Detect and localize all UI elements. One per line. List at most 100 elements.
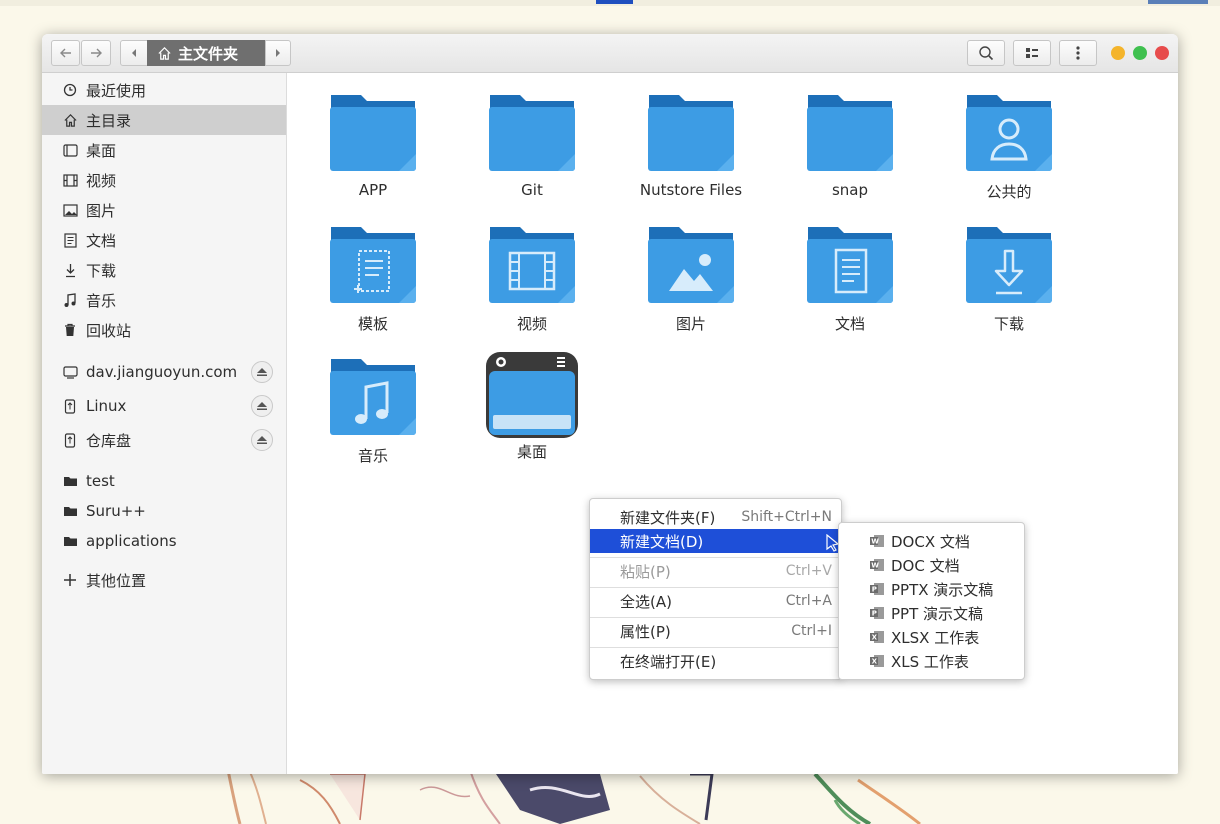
forward-button[interactable] [81,40,111,66]
document-icon [62,232,78,248]
sidebar-item-documents[interactable]: 文档 [42,225,286,255]
close-button[interactable] [1155,46,1169,60]
svg-text:W: W [871,538,879,546]
svg-text:W: W [871,562,879,570]
menu-item-properties[interactable]: 属性(P) Ctrl+I [590,619,841,643]
sidebar-item-home[interactable]: 主目录 [42,105,286,135]
pictures-folder-icon [648,227,734,303]
eject-button[interactable] [251,395,273,417]
file-item-videos[interactable]: 视频 [457,223,607,349]
music-icon [62,292,78,308]
sidebar-item-pictures[interactable]: 图片 [42,195,286,225]
file-name: Git [521,181,543,199]
sidebar-item-recent[interactable]: 最近使用 [42,75,286,105]
file-item-git[interactable]: Git [457,91,607,217]
sidebar-item-videos[interactable]: 视频 [42,165,286,195]
menu-item-open-terminal[interactable]: 在终端打开(E) [590,649,841,673]
sidebar-item-label: 桌面 [86,141,117,160]
file-item-snap[interactable]: snap [775,91,925,217]
music-folder-icon [330,359,416,435]
menu-separator [590,617,841,618]
sidebar-item-applications[interactable]: applications [42,526,286,556]
excel-icon: X [870,655,884,667]
file-item-documents[interactable]: 文档 [775,223,925,349]
powerpoint-icon: P [870,583,884,595]
submenu-item-ppt[interactable]: P PPT 演示文稿 [839,601,1024,625]
network-drive-icon [62,364,78,380]
cursor-arrow-icon [826,534,839,552]
folder-icon [62,503,78,519]
sidebar-item-warehouse-disk[interactable]: 仓库盘 [42,425,286,455]
eject-button[interactable] [251,361,273,383]
file-item-desktop[interactable]: 桌面 [457,351,607,477]
word-icon: W [870,535,884,547]
menu-item-select-all[interactable]: 全选(A) Ctrl+A [590,589,841,613]
sidebar-item-suru[interactable]: Suru++ [42,496,286,526]
submenu-item-docx[interactable]: W DOCX 文档 [839,529,1024,553]
file-name: 图片 [675,315,706,333]
search-button[interactable] [967,40,1005,66]
file-item-music[interactable]: 音乐 [298,355,448,481]
sidebar-item-label: 回收站 [86,321,132,340]
file-name: snap [831,181,869,199]
sidebar-item-other-locations[interactable]: 其他位置 [42,565,286,595]
file-name: 音乐 [357,447,388,465]
submenu-item-doc[interactable]: W DOC 文档 [839,553,1024,577]
sidebar-item-label: 音乐 [86,291,117,310]
path-label: 主文件夹 [178,44,239,63]
sidebar-item-desktop[interactable]: 桌面 [42,135,286,165]
triangle-left-icon [132,49,136,57]
submenu-item-xlsx[interactable]: X XLSX 工作表 [839,625,1024,649]
submenu-item-xls[interactable]: X XLS 工作表 [839,649,1024,673]
path-scroll-right-button[interactable] [265,40,291,66]
file-item-templates[interactable]: 模板 [298,223,448,349]
documents-folder-icon [807,227,893,303]
usb-drive-icon [62,432,78,448]
file-item-app[interactable]: APP [298,91,448,217]
desktop-panel-indicator [596,0,633,4]
svg-text:X: X [872,634,878,642]
folder-icon [489,95,575,171]
sidebar-item-dav-jianguoyun[interactable]: dav.jianguoyun.com [42,357,286,387]
picture-icon [62,202,78,218]
file-item-pictures[interactable]: 图片 [616,223,766,349]
sidebar-item-music[interactable]: 音乐 [42,285,286,315]
video-icon [62,172,78,188]
sidebar-item-label: applications [86,532,177,550]
submenu-item-pptx[interactable]: P PPTX 演示文稿 [839,577,1024,601]
view-mode-button[interactable] [1013,40,1051,66]
menu-item-paste[interactable]: 粘贴(P) Ctrl+V [590,559,841,583]
list-view-icon [1026,48,1038,58]
path-scroll-left-button[interactable] [120,40,148,66]
sidebar-item-label: Suru++ [86,502,146,520]
file-item-public[interactable]: 公共的 [934,91,1084,217]
sidebar-item-label: 其他位置 [86,571,147,590]
back-button[interactable] [51,40,80,66]
sidebar-item-test[interactable]: test [42,466,286,496]
powerpoint-icon: P [870,607,884,619]
eject-button[interactable] [251,429,273,451]
menu-button[interactable] [1059,40,1097,66]
menu-item-new-document[interactable]: 新建文档(D) [590,529,841,553]
path-bar-home[interactable]: 主文件夹 [147,40,265,66]
eject-icon [257,402,267,410]
menu-separator [590,587,841,588]
home-icon [158,46,171,60]
sidebar: 最近使用 主目录 桌面 视频 图片 文档 下载 音乐 回收站 dav.jiang… [42,73,287,774]
minimize-button[interactable] [1111,46,1125,60]
folder-icon [62,473,78,489]
sidebar-item-trash[interactable]: 回收站 [42,315,286,345]
trash-icon [62,322,78,338]
file-item-downloads[interactable]: 下载 [934,223,1084,349]
sidebar-item-label: 图片 [86,201,117,220]
sidebar-item-linux[interactable]: Linux [42,391,286,421]
maximize-button[interactable] [1133,46,1147,60]
sidebar-item-downloads[interactable]: 下载 [42,255,286,285]
menu-item-new-folder[interactable]: 新建文件夹(F) Shift+Ctrl+N [590,505,841,529]
file-item-nutstore-files[interactable]: Nutstore Files [616,91,766,217]
sidebar-item-label: 下载 [86,261,117,280]
file-name: 文档 [834,315,865,333]
downloads-folder-icon [966,227,1052,303]
sidebar-item-label: Linux [86,397,127,415]
folder-icon [62,533,78,549]
